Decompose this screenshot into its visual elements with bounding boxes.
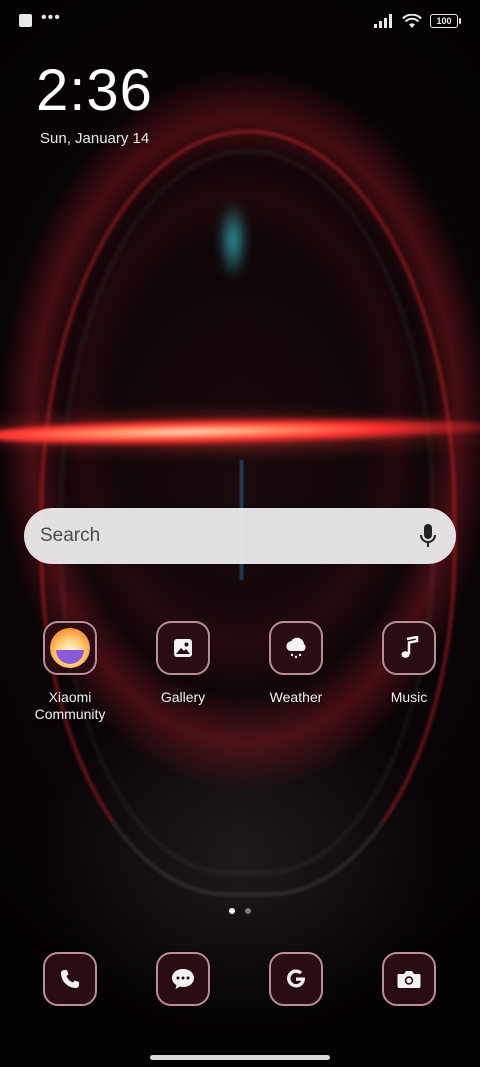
wallpaper-light-beam [0, 413, 480, 449]
battery-level: 100 [436, 16, 452, 26]
dock-google[interactable] [240, 952, 352, 1006]
search-bar[interactable]: Search [24, 508, 456, 564]
signal-icon [374, 14, 392, 28]
wifi-icon [402, 13, 422, 28]
app-music[interactable]: Music [353, 621, 465, 706]
xiaomi-community-icon[interactable] [43, 621, 97, 675]
app-label: Gallery [160, 689, 206, 705]
gallery-icon[interactable] [156, 621, 210, 675]
wallpaper-cyan-glow [218, 200, 248, 280]
search-input[interactable]: Search [40, 525, 416, 547]
wallpaper-red-halo [0, 408, 480, 458]
google-icon[interactable] [269, 952, 323, 1006]
battery-icon: 100 [430, 14, 461, 28]
app-label: Xiaomi Community [35, 689, 106, 723]
weather-icon[interactable] [269, 621, 323, 675]
page-dot[interactable] [245, 908, 251, 914]
camera-icon[interactable] [382, 952, 436, 1006]
status-bar: ••• 100 [0, 0, 480, 44]
dock-camera[interactable] [353, 952, 465, 1006]
community-ball-graphic [50, 628, 90, 668]
app-label-line: Xiaomi Community [34, 689, 106, 722]
microphone-icon[interactable] [416, 522, 440, 550]
home-gesture-bar[interactable] [150, 1055, 330, 1060]
home-screen: ••• 100 2:36 Sun, January 14 Search Xiao… [0, 0, 480, 1067]
page-dot-active[interactable] [229, 908, 235, 914]
music-icon[interactable] [382, 621, 436, 675]
app-label: Music [390, 689, 428, 705]
clock-date[interactable]: Sun, January 14 [40, 130, 149, 147]
phone-icon[interactable] [43, 952, 97, 1006]
page-indicator [0, 908, 480, 914]
app-weather[interactable]: Weather [240, 621, 352, 706]
dock-messages[interactable] [127, 952, 239, 1006]
dock-phone[interactable] [14, 952, 126, 1006]
clock-time[interactable]: 2:36 [36, 56, 153, 126]
app-xiaomi-community[interactable]: Xiaomi Community [14, 621, 126, 723]
app-label: Weather [269, 689, 323, 705]
messages-icon[interactable] [156, 952, 210, 1006]
status-icons: 100 [374, 12, 461, 30]
more-dots-icon: ••• [41, 9, 61, 26]
app-gallery[interactable]: Gallery [127, 621, 239, 706]
notification-square-icon [19, 14, 32, 27]
